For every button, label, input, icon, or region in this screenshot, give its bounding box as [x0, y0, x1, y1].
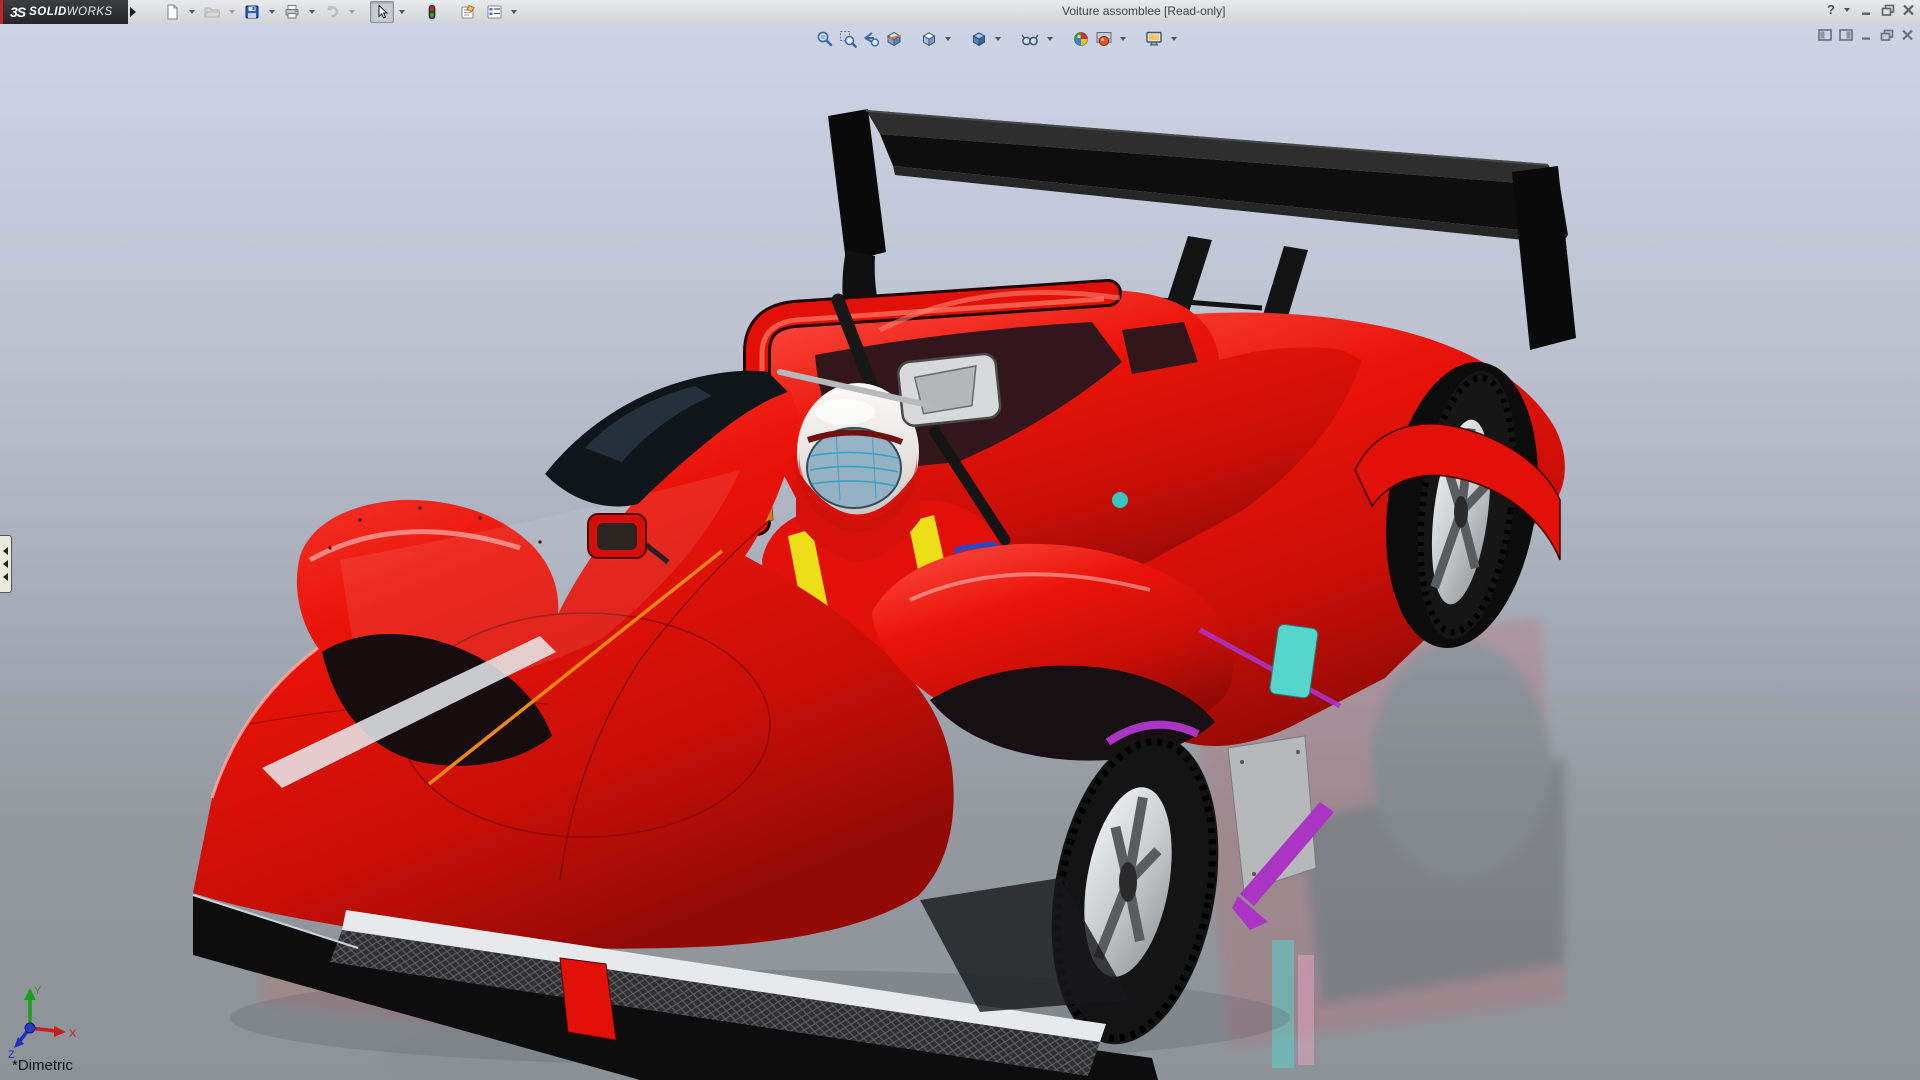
side-mirror	[588, 514, 646, 558]
select-caret[interactable]	[399, 10, 405, 14]
help-button[interactable]: ?	[1827, 2, 1835, 17]
reflection-pink-streak	[1298, 955, 1314, 1065]
logo-name: SOLIDWORKS	[29, 6, 113, 18]
solidworks-logo: 3S SOLIDWORKS	[0, 0, 128, 24]
file-properties-button[interactable]	[456, 1, 480, 23]
triad-x-label: X	[69, 1028, 77, 1040]
minimize-icon	[1860, 4, 1873, 16]
select-cursor-icon	[374, 4, 390, 20]
undo-button[interactable]	[320, 1, 344, 23]
file-properties-icon	[460, 4, 477, 20]
restore-icon	[1881, 4, 1895, 16]
view-orientation-label: *Dimetric	[12, 1057, 73, 1074]
graphics-viewport[interactable]: Y X Z *Dimetric	[0, 24, 1920, 1080]
help-caret[interactable]	[1844, 8, 1850, 12]
select-button[interactable]	[370, 1, 394, 23]
teal-detail	[1112, 492, 1128, 508]
titlebar-controls: ?	[1827, 2, 1916, 17]
print-icon	[284, 4, 300, 20]
undo-caret[interactable]	[349, 10, 355, 14]
race-car-model[interactable]: Y X Z	[0, 24, 1920, 1080]
wing-endplate-left	[828, 109, 886, 262]
open-caret[interactable]	[229, 10, 235, 14]
reference-triad: Y X Z	[8, 985, 77, 1061]
new-document-button[interactable]	[160, 1, 184, 23]
print-button[interactable]	[280, 1, 304, 23]
open-icon	[204, 4, 220, 20]
save-caret[interactable]	[269, 10, 275, 14]
rebuild-button[interactable]	[420, 1, 444, 23]
rebuild-traffic-light-icon	[424, 4, 440, 20]
logo-red-strip	[0, 0, 3, 24]
close-icon	[1902, 4, 1915, 16]
options-checklist-icon	[486, 4, 503, 20]
open-button[interactable]	[200, 1, 224, 23]
print-caret[interactable]	[309, 10, 315, 14]
new-document-caret[interactable]	[189, 10, 195, 14]
toolbar-expander-icon[interactable]	[130, 7, 136, 17]
options-button[interactable]	[482, 1, 506, 23]
wing-endplate-right	[1512, 166, 1576, 350]
main-toolbar	[160, 1, 520, 23]
save-button[interactable]	[240, 1, 264, 23]
reflection-teal-streak	[1272, 940, 1294, 1068]
window-title: Voiture assomblee [Read-only]	[1062, 4, 1225, 18]
new-document-icon	[164, 4, 180, 20]
logo-mark: 3S	[10, 4, 25, 20]
undo-icon	[324, 4, 340, 20]
save-icon	[244, 4, 260, 20]
restore-button[interactable]	[1880, 3, 1895, 17]
minimize-button[interactable]	[1859, 3, 1874, 17]
air-intake[interactable]	[897, 353, 1001, 427]
title-bar: 3S SOLIDWORKS	[0, 0, 1920, 25]
close-button[interactable]	[1901, 3, 1916, 17]
triad-y-label: Y	[34, 985, 42, 997]
options-caret[interactable]	[511, 10, 517, 14]
